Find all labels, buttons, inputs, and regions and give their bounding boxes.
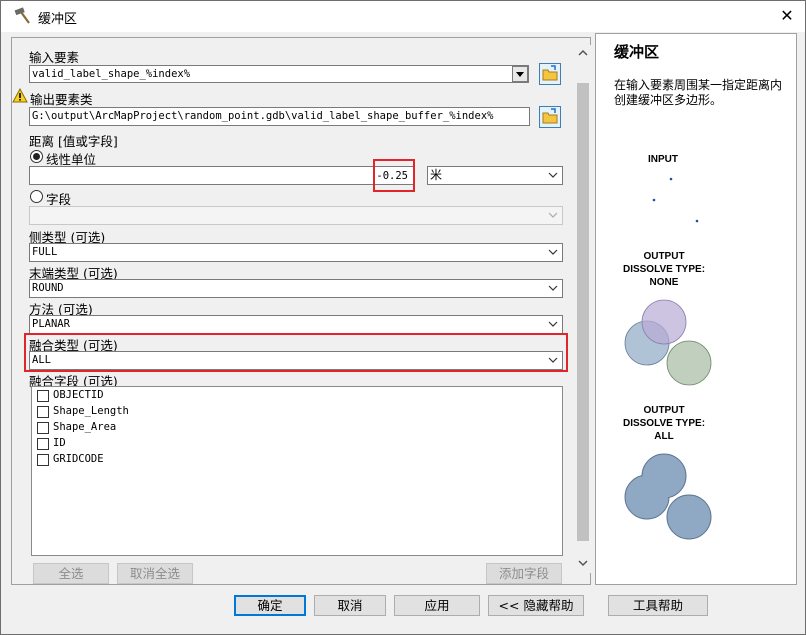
input-features-browse-button[interactable]: [539, 63, 561, 85]
close-button[interactable]: ✕: [777, 6, 797, 26]
field-radio[interactable]: [30, 190, 43, 203]
input-features-dropdown-button[interactable]: [512, 66, 528, 82]
distance-field-select[interactable]: [29, 206, 563, 225]
list-item: OBJECTID: [53, 389, 104, 401]
chevron-down-icon: [548, 172, 558, 178]
help-description: 在输入要素周围某一指定距离内创建缓冲区多边形。: [614, 78, 783, 107]
deselect-all-button[interactable]: 取消全选: [117, 563, 193, 584]
output-class-browse-button[interactable]: [539, 106, 561, 128]
input-features-combo[interactable]: valid_label_shape_%index%: [29, 65, 529, 83]
output-none-label-line3: NONE: [649, 277, 679, 288]
side-type-value: FULL: [32, 246, 58, 258]
scrollbar-thumb[interactable]: [577, 83, 589, 541]
buffer-dialog: 缓冲区 ✕ 输入要素 valid_label_shape_%index% 输出要…: [0, 0, 806, 635]
distance-unit-value: 米: [430, 168, 443, 182]
window-title: 缓冲区: [38, 12, 78, 27]
cancel-button[interactable]: 取消: [314, 595, 386, 616]
ok-button[interactable]: 确定: [234, 595, 306, 616]
chevron-down-icon: [548, 321, 558, 327]
output-all-label-line2: DISSOLVE TYPE:: [622, 418, 706, 429]
scroll-down-icon[interactable]: [577, 557, 589, 569]
checkbox-objectid[interactable]: [37, 390, 49, 402]
checkbox-gridcode[interactable]: [37, 454, 49, 466]
dissolve-type-highlight-box: [24, 333, 568, 372]
linear-unit-radio[interactable]: [30, 150, 43, 163]
input-diagram-label: INPUT: [648, 154, 678, 165]
output-class-input[interactable]: G:\output\ArcMapProject\random_point.gdb…: [29, 107, 530, 126]
distance-value-input[interactable]: -0.25: [29, 166, 415, 185]
dissolve-all-diagram: [624, 453, 712, 540]
scroll-up-icon[interactable]: [577, 47, 589, 59]
dissolve-none-diagram: [624, 299, 712, 386]
output-all-label-line3: ALL: [654, 431, 674, 442]
output-class-label: 输出要素类: [30, 92, 93, 107]
end-type-value: ROUND: [32, 282, 64, 294]
apply-button[interactable]: 应用: [394, 595, 480, 616]
title-bar: 缓冲区 ✕: [1, 1, 805, 32]
select-all-button[interactable]: 全选: [33, 563, 109, 584]
checkbox-shape-area[interactable]: [37, 422, 49, 434]
help-title: 缓冲区: [614, 43, 660, 61]
output-class-value: G:\output\ArcMapProject\random_point.gdb…: [32, 110, 494, 122]
folder-icon: [542, 108, 558, 124]
input-features-label: 输入要素: [29, 50, 80, 65]
output-all-label-line1: OUTPUT: [643, 405, 685, 416]
add-field-button[interactable]: 添加字段: [486, 563, 562, 584]
chevron-down-icon: [548, 212, 558, 218]
output-none-label-line1: OUTPUT: [643, 251, 685, 262]
dropdown-arrow-icon: [516, 72, 524, 77]
list-item: ID: [53, 437, 66, 449]
list-item: Shape_Length: [53, 405, 129, 417]
end-type-select[interactable]: ROUND: [29, 279, 563, 298]
side-type-select[interactable]: FULL: [29, 243, 563, 262]
folder-icon: [542, 65, 558, 81]
checkbox-shape-length[interactable]: [37, 406, 49, 418]
tool-help-button[interactable]: 工具帮助: [608, 595, 708, 616]
input-points-diagram: [652, 177, 699, 223]
distance-label: 距离 [值或字段]: [29, 134, 118, 149]
hide-help-button[interactable]: << 隐藏帮助: [488, 595, 584, 616]
output-none-label-line2: DISSOLVE TYPE:: [622, 264, 706, 275]
method-select[interactable]: PLANAR: [29, 315, 563, 334]
chevron-down-icon: [548, 285, 558, 291]
distance-highlight-box: [373, 159, 415, 192]
hammer-icon: [14, 7, 30, 24]
list-item: GRIDCODE: [53, 453, 104, 465]
method-value: PLANAR: [32, 318, 70, 330]
chevron-down-icon: [548, 249, 558, 255]
checkbox-id[interactable]: [37, 438, 49, 450]
input-features-value: valid_label_shape_%index%: [32, 68, 191, 80]
warning-icon: [12, 88, 28, 103]
distance-unit-select[interactable]: 米: [427, 166, 563, 185]
list-item: Shape_Area: [53, 421, 117, 433]
